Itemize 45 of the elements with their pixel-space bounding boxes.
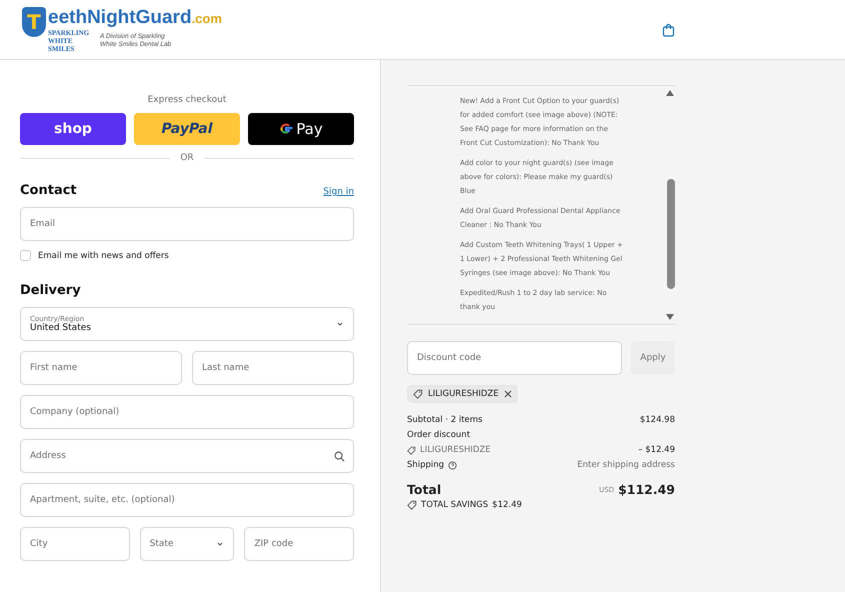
text-field[interactable]: Last name: [192, 351, 354, 385]
text-field[interactable]: First name: [20, 351, 182, 385]
g-logo-icon: [279, 122, 294, 136]
chevron-down-icon: [336, 320, 344, 328]
text-field[interactable]: Apartment, suite, etc. (optional): [20, 483, 354, 517]
discount-label: Order discount: [407, 430, 470, 440]
shopping-bag-icon[interactable]: [662, 22, 675, 36]
section-title: Delivery: [20, 283, 81, 298]
shop-button[interactable]: shop: [20, 113, 126, 145]
subtotal-label: Subtotal · 2 items: [407, 415, 482, 425]
search-icon: [334, 451, 345, 462]
close-icon[interactable]: [504, 390, 512, 398]
scroll-down-icon[interactable]: [666, 314, 674, 320]
paypal-button[interactable]: PayPal: [134, 113, 240, 145]
discount-code: LILIGURESHIDZE: [420, 445, 491, 455]
text-field[interactable]: ZIP code: [244, 527, 354, 561]
tag-icon: [407, 446, 416, 454]
logo-text: eethNightGuard.com: [48, 6, 222, 28]
checkbox[interactable]: [20, 250, 31, 261]
logo-shield: T: [22, 6, 46, 36]
text-field[interactable]: Company (optional): [20, 395, 354, 429]
chevron-down-icon: [216, 540, 224, 548]
total-label: Total: [407, 482, 442, 497]
text-field[interactable]: City: [20, 527, 130, 561]
express-checkout-title: Express checkout: [146, 95, 228, 105]
discount-code: LILIGURESHIDZE: [428, 389, 499, 399]
or-divider-text: OR: [180, 153, 194, 163]
checkbox-label: Email me with news and offers: [38, 250, 169, 260]
address-field[interactable]: Address: [20, 439, 354, 473]
tag-icon: [407, 500, 417, 510]
section-title: Contact: [20, 183, 77, 198]
sign-in-link[interactable]: Sign in: [323, 187, 354, 197]
gpay-button[interactable]: Pay: [248, 113, 354, 145]
shipping-value: Enter shipping address: [577, 460, 675, 470]
shipping-label: Shipping: [407, 460, 444, 470]
total-savings-value: $12.49: [492, 500, 522, 510]
tag-icon: [413, 389, 423, 399]
total-savings-label: TOTAL SAVINGS: [421, 500, 488, 510]
help-icon[interactable]: [448, 460, 458, 470]
state-select[interactable]: State: [140, 527, 234, 561]
subtotal-value: $124.98: [640, 415, 675, 425]
email-field[interactable]: Email: [20, 207, 354, 241]
discount-value: – $12.49: [638, 445, 675, 455]
scroll-up-icon[interactable]: [666, 90, 674, 96]
total-value: $112.49: [618, 482, 675, 497]
